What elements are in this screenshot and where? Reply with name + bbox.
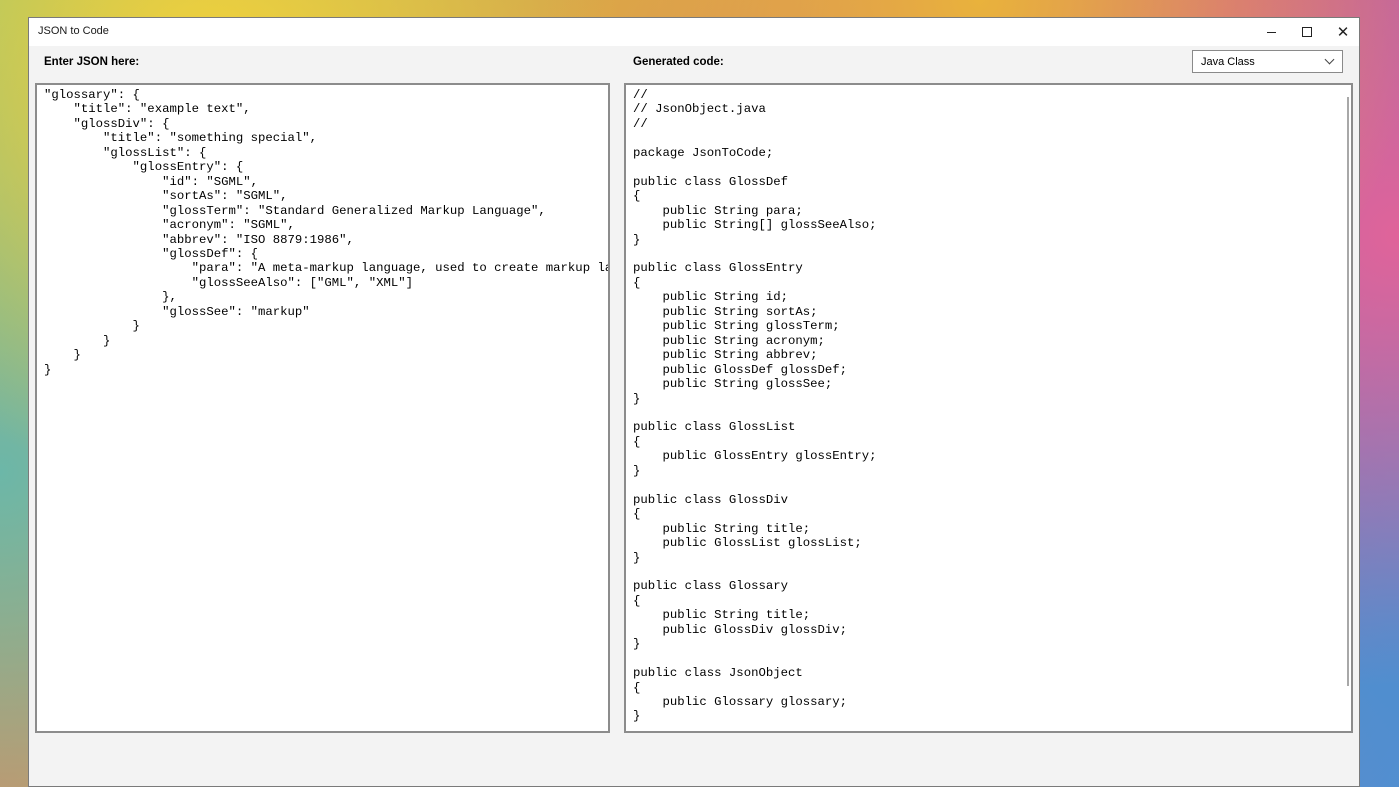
generated-code-text: // // JsonObject.java // package JsonToC… — [633, 88, 877, 724]
generated-code-textbox[interactable]: // // JsonObject.java // package JsonToC… — [624, 83, 1353, 733]
generated-code-label: Generated code: — [633, 56, 724, 68]
vertical-scrollbar[interactable] — [1347, 97, 1349, 686]
json-input-textbox[interactable]: "glossary": { "title": "example text", "… — [35, 83, 610, 733]
maximize-button[interactable] — [1289, 18, 1325, 46]
title-bar[interactable]: JSON to Code ✕ — [29, 18, 1359, 46]
close-button[interactable]: ✕ — [1325, 18, 1361, 46]
chevron-down-icon — [1324, 54, 1335, 65]
maximize-icon — [1302, 27, 1312, 37]
close-icon: ✕ — [1336, 22, 1350, 41]
app-window: JSON to Code ✕ Enter JSON here: Generate… — [28, 17, 1360, 787]
json-input-label: Enter JSON here: — [44, 56, 140, 68]
json-input-text: "glossary": { "title": "example text", "… — [44, 88, 608, 377]
language-select[interactable]: Java Class — [1192, 50, 1343, 73]
minimize-icon — [1266, 31, 1276, 33]
minimize-button[interactable] — [1253, 18, 1289, 46]
window-title: JSON to Code — [38, 25, 109, 37]
language-select-value: Java Class — [1201, 56, 1255, 68]
